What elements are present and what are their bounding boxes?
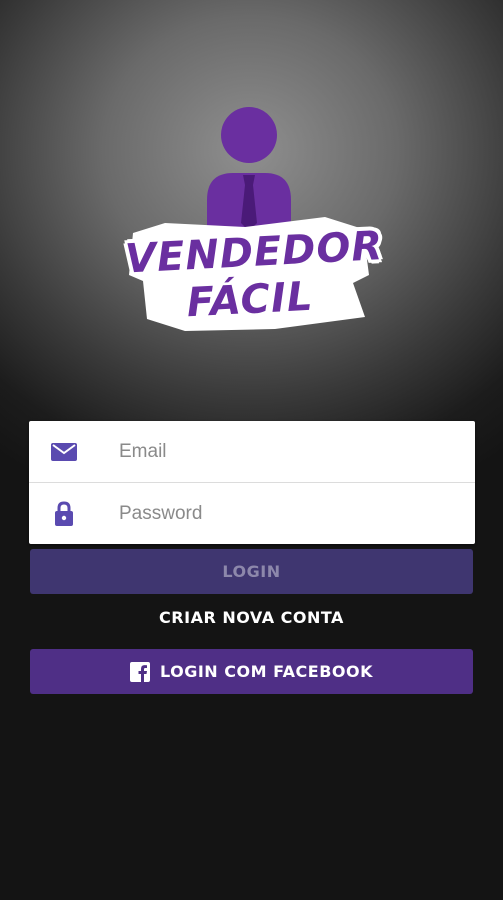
envelope-icon [51, 443, 77, 461]
email-input[interactable] [117, 433, 461, 471]
login-button[interactable]: LOGIN [30, 549, 473, 594]
password-row [29, 483, 475, 544]
create-account-label: CRIAR NOVA CONTA [159, 608, 344, 627]
password-input[interactable] [117, 495, 461, 533]
facebook-button-label: LOGIN COM FACEBOOK [159, 662, 374, 681]
create-account-link[interactable]: CRIAR NOVA CONTA [0, 608, 503, 627]
login-form [29, 421, 475, 544]
app-logo: VENDEDOR FÁCIL [124, 105, 384, 335]
login-button-label: LOGIN [222, 562, 281, 581]
lock-icon [55, 501, 73, 526]
facebook-login-button[interactable]: LOGIN COM FACEBOOK [30, 649, 473, 694]
facebook-icon [129, 661, 150, 682]
email-row [29, 421, 475, 483]
